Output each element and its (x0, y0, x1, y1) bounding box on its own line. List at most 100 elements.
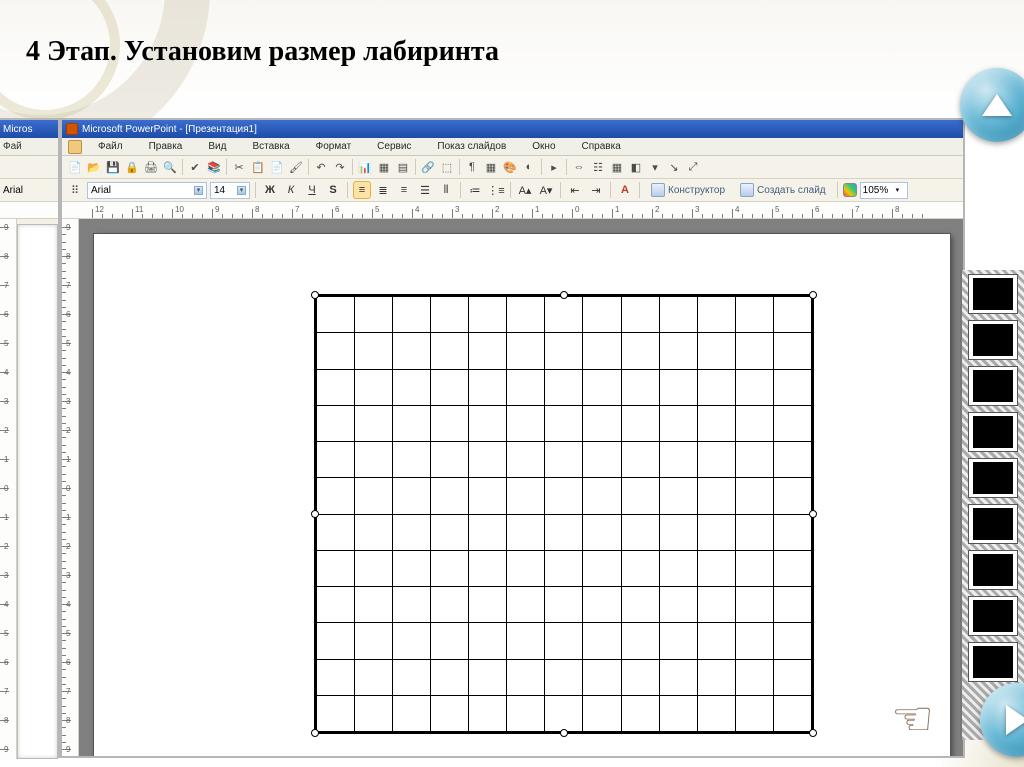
resize-handle-sw[interactable] (311, 729, 319, 737)
slide-canvas-viewport[interactable] (79, 219, 963, 758)
menu-window[interactable]: Окно (520, 140, 567, 153)
word-menu-fragment: Фай (0, 138, 58, 156)
film-frame[interactable] (968, 366, 1018, 406)
chart-icon[interactable]: 📊 (356, 158, 374, 176)
slide-design-button[interactable]: Конструктор (645, 181, 731, 199)
menu-edit[interactable]: Правка (137, 140, 195, 153)
font-size-value: 14 (214, 185, 225, 196)
bold-button[interactable]: Ж (261, 181, 279, 199)
distribute-icon[interactable]: ☷ (589, 158, 607, 176)
slideshow-run-icon[interactable]: ▸ (545, 158, 563, 176)
ppt-standard-toolbar: 📄 📂 💾 🔒 🖨 🔍 ✔ 📚 ✂ 📋 📄 🖌 ↶ ↷ 📊 ▦ ▤ 🔗 ⬚ ¶ … (62, 156, 963, 179)
italic-button[interactable]: К (282, 181, 300, 199)
new-icon[interactable]: 📄 (66, 158, 84, 176)
numbered-list-button[interactable]: ≔ (466, 181, 484, 199)
bullet-list-button[interactable]: ⋮≡ (487, 181, 505, 199)
grid-icon[interactable]: ▦ (482, 158, 500, 176)
ruler-horizontal[interactable]: 121110987654321012345678 (62, 202, 963, 219)
hyperlink-icon[interactable]: 🔗 (419, 158, 437, 176)
distribute-text-button[interactable]: ⫴ (437, 181, 455, 199)
resize-handle-s[interactable] (560, 729, 568, 737)
film-frame[interactable] (968, 504, 1018, 544)
print-icon[interactable]: 🖨 (142, 158, 160, 176)
increase-indent-button[interactable]: ⇥ (587, 181, 605, 199)
arrow-up-icon (982, 94, 1012, 116)
resize-handle-n[interactable] (560, 291, 568, 299)
color-icon[interactable]: 🎨 (501, 158, 519, 176)
ppt-menubar: Файл Правка Вид Вставка Формат Сервис По… (62, 138, 963, 156)
ppt-formatting-toolbar: ⠿ Arial ▾ 14 ▾ Ж К Ч S ≡ ≣ ≡ ☰ ⫴ ≔ ⋮≡ A▴… (62, 179, 963, 202)
film-frame[interactable] (968, 458, 1018, 498)
menu-format[interactable]: Формат (304, 140, 364, 153)
design-icon (651, 183, 665, 197)
research-icon[interactable]: 📚 (205, 158, 223, 176)
show-formatting-icon[interactable]: ¶ (463, 158, 481, 176)
film-frame[interactable] (968, 550, 1018, 590)
handle-grip-icon[interactable]: ⠿ (66, 181, 84, 199)
new-slide-icon (740, 183, 754, 197)
open-icon[interactable]: 📂 (85, 158, 103, 176)
align-justify-button[interactable]: ☰ (416, 181, 434, 199)
powerpoint-icon (66, 123, 78, 135)
word-toolbar-fragment (0, 156, 58, 179)
color-swatch-icon[interactable] (843, 183, 857, 197)
shadow-button[interactable]: S (324, 181, 342, 199)
decrease-indent-button[interactable]: ⇤ (566, 181, 584, 199)
grid-guides-icon[interactable]: ▦ (608, 158, 626, 176)
redo-icon[interactable]: ↷ (331, 158, 349, 176)
resize-handle-w[interactable] (311, 510, 319, 518)
new-slide-button[interactable]: Создать слайд (734, 181, 832, 199)
ruler-vertical[interactable]: 9876543210123456789 (62, 219, 79, 758)
preview-icon[interactable]: 🔍 (161, 158, 179, 176)
align-left-button[interactable]: ≡ (353, 181, 371, 199)
resize-handle-ne[interactable] (809, 291, 817, 299)
rev-pane-icon[interactable]: ◧ (627, 158, 645, 176)
format-painter-icon[interactable]: 🖌 (287, 158, 305, 176)
zoom-combo[interactable]: 105% ▾ (860, 182, 908, 199)
resize-handle-nw[interactable] (311, 291, 319, 299)
decrease-font-button[interactable]: A▾ (537, 181, 555, 199)
arrow-tool-icon[interactable]: ↘ (665, 158, 683, 176)
film-frame[interactable] (968, 412, 1018, 452)
spellcheck-icon[interactable]: ✔ (186, 158, 204, 176)
menu-view[interactable]: Вид (196, 140, 238, 153)
copy-icon[interactable]: 📋 (249, 158, 267, 176)
film-frame[interactable] (968, 320, 1018, 360)
expand-icon[interactable]: ⬚ (438, 158, 456, 176)
font-combo[interactable]: Arial ▾ (87, 182, 207, 199)
align-center-button[interactable]: ≣ (374, 181, 392, 199)
menu-help[interactable]: Справка (570, 140, 633, 153)
table-icon[interactable]: ▦ (375, 158, 393, 176)
font-color-button[interactable]: A (616, 181, 634, 199)
film-frame[interactable] (968, 596, 1018, 636)
slide-page[interactable] (94, 234, 950, 758)
ppt-titlebar: Microsoft PowerPoint - [Презентация1] (62, 120, 963, 138)
grayscale-icon[interactable]: ◐ (520, 158, 538, 176)
toolbar-options-icon[interactable]: ▾ (646, 158, 664, 176)
increase-font-button[interactable]: A▴ (516, 181, 534, 199)
cut-icon[interactable]: ✂ (230, 158, 248, 176)
resize-handle-se[interactable] (809, 729, 817, 737)
powerpoint-window: Microsoft PowerPoint - [Презентация1] Фа… (60, 118, 965, 758)
film-frame[interactable] (968, 274, 1018, 314)
film-frame[interactable] (968, 642, 1018, 682)
maze-grid-table[interactable] (314, 294, 814, 734)
word-ruler-h (0, 202, 58, 219)
menu-slideshow[interactable]: Показ слайдов (425, 140, 518, 153)
undo-icon[interactable]: ↶ (312, 158, 330, 176)
font-size-combo[interactable]: 14 ▾ (210, 182, 250, 199)
zoom-fit-icon[interactable]: ⤢ (684, 158, 702, 176)
menu-insert[interactable]: Вставка (240, 140, 301, 153)
permission-icon[interactable]: 🔒 (123, 158, 141, 176)
resize-handle-e[interactable] (809, 510, 817, 518)
menu-tools[interactable]: Сервис (365, 140, 423, 153)
arrow-right-icon (1006, 705, 1024, 735)
paste-icon[interactable]: 📄 (268, 158, 286, 176)
align-objects-icon[interactable]: ⇔ (570, 158, 588, 176)
tables-borders-icon[interactable]: ▤ (394, 158, 412, 176)
menu-file[interactable]: Файл (86, 140, 135, 153)
nav-up-button[interactable] (960, 68, 1024, 142)
underline-button[interactable]: Ч (303, 181, 321, 199)
align-right-button[interactable]: ≡ (395, 181, 413, 199)
save-icon[interactable]: 💾 (104, 158, 122, 176)
